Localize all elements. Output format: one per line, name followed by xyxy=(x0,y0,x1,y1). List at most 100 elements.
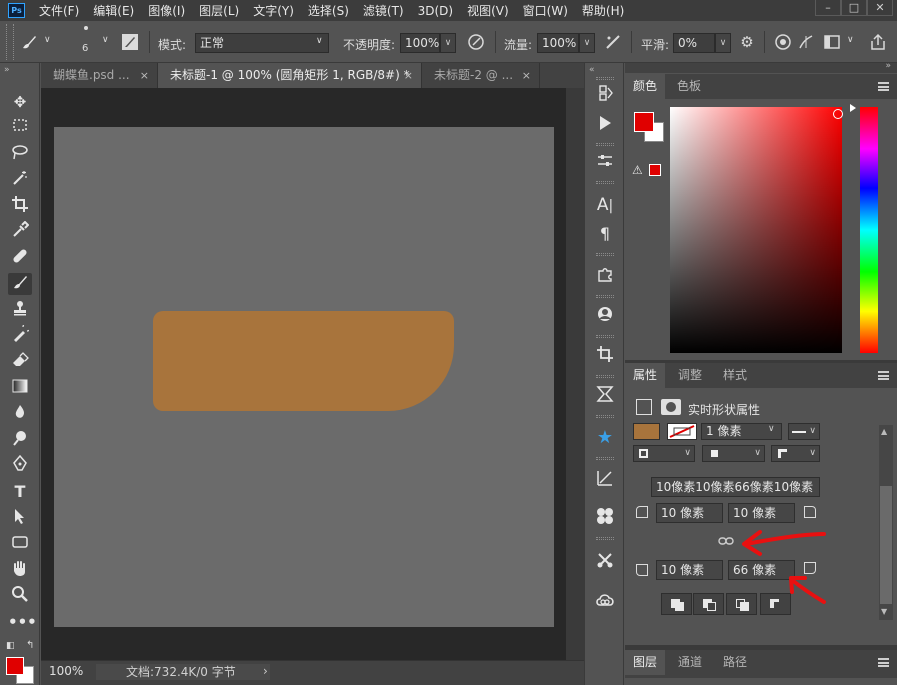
brush-panel-toggle-icon[interactable] xyxy=(121,33,139,51)
creative-cloud-icon[interactable] xyxy=(594,591,616,613)
crop-icon[interactable] xyxy=(8,195,32,217)
rounded-rectangle-shape[interactable] xyxy=(153,311,454,411)
dock-grip[interactable] xyxy=(596,253,614,256)
default-colors-icon[interactable]: ◧ xyxy=(6,641,15,651)
properties-scroll-thumb[interactable] xyxy=(880,486,892,604)
airbrush-icon[interactable] xyxy=(604,33,622,51)
smoothing-dropdown[interactable]: ∨ xyxy=(715,33,731,53)
path-select-icon[interactable] xyxy=(8,507,32,529)
menu-3d[interactable]: 3D(D) xyxy=(418,4,453,18)
shapes-clover-icon[interactable] xyxy=(594,507,616,529)
dock-grip[interactable] xyxy=(596,181,614,184)
play-actions-icon[interactable] xyxy=(594,114,616,136)
move-icon[interactable]: ✥ xyxy=(8,91,32,113)
fill-color-swatch[interactable] xyxy=(633,423,660,440)
collapse-toolbar-icon[interactable]: » xyxy=(4,65,10,75)
paragraph-icon[interactable]: ¶ xyxy=(594,223,616,245)
panel-collapse-strip[interactable]: » xyxy=(625,61,897,73)
picker-foreground-swatch[interactable] xyxy=(634,112,654,132)
combine-shapes-button[interactable] xyxy=(661,593,692,615)
dock-grip[interactable] xyxy=(596,415,614,418)
gamut-warning-icon[interactable]: ⚠ xyxy=(632,163,646,177)
collapse-panels-icon[interactable]: » xyxy=(885,61,891,71)
minimize-button[interactable]: – xyxy=(815,0,841,16)
flow-dropdown[interactable]: ∨ xyxy=(579,33,595,53)
dodge-icon[interactable] xyxy=(8,429,32,451)
measurement-icon[interactable] xyxy=(594,469,616,491)
stroke-corners-dropdown[interactable]: ∨ xyxy=(771,445,820,462)
tab-swatches[interactable]: 色板 xyxy=(669,74,709,99)
pen-icon[interactable] xyxy=(8,454,32,477)
symmetry-icon[interactable] xyxy=(797,33,815,51)
opacity-dropdown[interactable]: ∨ xyxy=(440,33,456,53)
tab-color[interactable]: 颜色 xyxy=(625,74,666,99)
hue-slider[interactable] xyxy=(860,107,878,353)
menu-filter[interactable]: 滤镜(T) xyxy=(363,2,404,19)
stroke-type-dropdown[interactable]: ∨ xyxy=(788,423,820,440)
flow-input[interactable]: 100% xyxy=(537,33,579,53)
menu-view[interactable]: 视图(V) xyxy=(467,2,509,19)
type-icon[interactable]: T xyxy=(8,481,32,503)
corner-bottom-left-input[interactable]: 10 像素 xyxy=(656,560,723,580)
close-tab-icon[interactable]: × xyxy=(404,63,413,88)
brush-preset-icon[interactable] xyxy=(20,33,38,51)
stroke-width-caret[interactable]: ∨ xyxy=(768,424,775,434)
transform-icon[interactable] xyxy=(636,399,652,415)
stroke-color-swatch[interactable] xyxy=(667,423,697,440)
eyedropper-icon[interactable] xyxy=(8,220,32,243)
tab-layers[interactable]: 图层 xyxy=(625,650,666,675)
rectangle-icon[interactable] xyxy=(8,533,32,555)
menu-image[interactable]: 图像(I) xyxy=(148,2,185,19)
magic-wand-icon[interactable] xyxy=(8,169,32,191)
close-window-button[interactable]: ✕ xyxy=(867,0,893,16)
pressure-opacity-icon[interactable] xyxy=(467,33,485,51)
tab-properties[interactable]: 属性 xyxy=(625,363,666,388)
healing-icon[interactable] xyxy=(8,247,32,269)
close-tab-icon[interactable]: × xyxy=(522,63,531,88)
swap-colors-icon[interactable]: ↰ xyxy=(26,640,34,651)
dock-grip[interactable] xyxy=(596,77,614,80)
hue-slider-marker[interactable] xyxy=(850,104,856,112)
tab-paths[interactable]: 路径 xyxy=(715,650,755,675)
zoom-level[interactable]: 100% xyxy=(49,664,94,680)
options-grip[interactable] xyxy=(6,24,14,60)
warp-icon[interactable] xyxy=(594,385,616,407)
layers-panel-menu-icon[interactable] xyxy=(878,658,889,667)
brush-size-caret[interactable]: ∨ xyxy=(102,35,109,45)
scroll-down-icon[interactable]: ▼ xyxy=(881,607,887,616)
workspace-icon[interactable] xyxy=(823,33,841,51)
stroke-align-dropdown[interactable]: ∨ xyxy=(633,445,695,462)
hand-icon[interactable] xyxy=(8,559,32,581)
tab-butterflyfish[interactable]: 蝴蝶鱼.psd ... × xyxy=(41,63,158,88)
zoom-icon[interactable] xyxy=(8,585,32,607)
blur-icon[interactable] xyxy=(8,403,32,425)
corner-radius-summary[interactable]: 10像素10像素66像素10像素 xyxy=(651,477,820,497)
vertical-scrollbar[interactable] xyxy=(566,88,584,660)
menu-type[interactable]: 文字(Y) xyxy=(253,2,294,19)
menu-layer[interactable]: 图层(L) xyxy=(199,2,239,19)
properties-panel-menu-icon[interactable] xyxy=(878,371,889,380)
pressure-size-icon[interactable] xyxy=(774,33,792,51)
marquee-icon[interactable] xyxy=(8,117,32,139)
link-corners-icon[interactable] xyxy=(718,535,734,550)
corner-top-left-input[interactable]: 10 像素 xyxy=(656,503,723,523)
dock-grip[interactable] xyxy=(596,537,614,540)
eraser-icon[interactable] xyxy=(8,351,32,373)
foreground-color-chip[interactable] xyxy=(6,657,24,675)
corner-bottom-right-input[interactable]: 66 像素 xyxy=(728,560,795,580)
workspace-caret[interactable]: ∨ xyxy=(847,35,854,45)
tools-preset-icon[interactable] xyxy=(594,551,616,573)
expand-dock-icon[interactable]: « xyxy=(589,65,595,75)
mask-icon[interactable] xyxy=(661,399,681,415)
corner-top-right-input[interactable]: 10 像素 xyxy=(728,503,795,523)
tab-channels[interactable]: 通道 xyxy=(670,650,710,675)
lasso-icon[interactable] xyxy=(8,143,32,165)
learn-icon[interactable] xyxy=(594,305,616,327)
close-tab-icon[interactable]: × xyxy=(140,63,149,88)
smoothing-input[interactable]: 0% xyxy=(673,33,715,53)
share-icon[interactable] xyxy=(869,33,887,51)
gear-icon[interactable]: ⚙ xyxy=(738,33,756,51)
blend-mode-select[interactable]: 正常 xyxy=(195,33,329,53)
tab-styles[interactable]: 样式 xyxy=(715,363,755,388)
menu-help[interactable]: 帮助(H) xyxy=(582,2,624,19)
